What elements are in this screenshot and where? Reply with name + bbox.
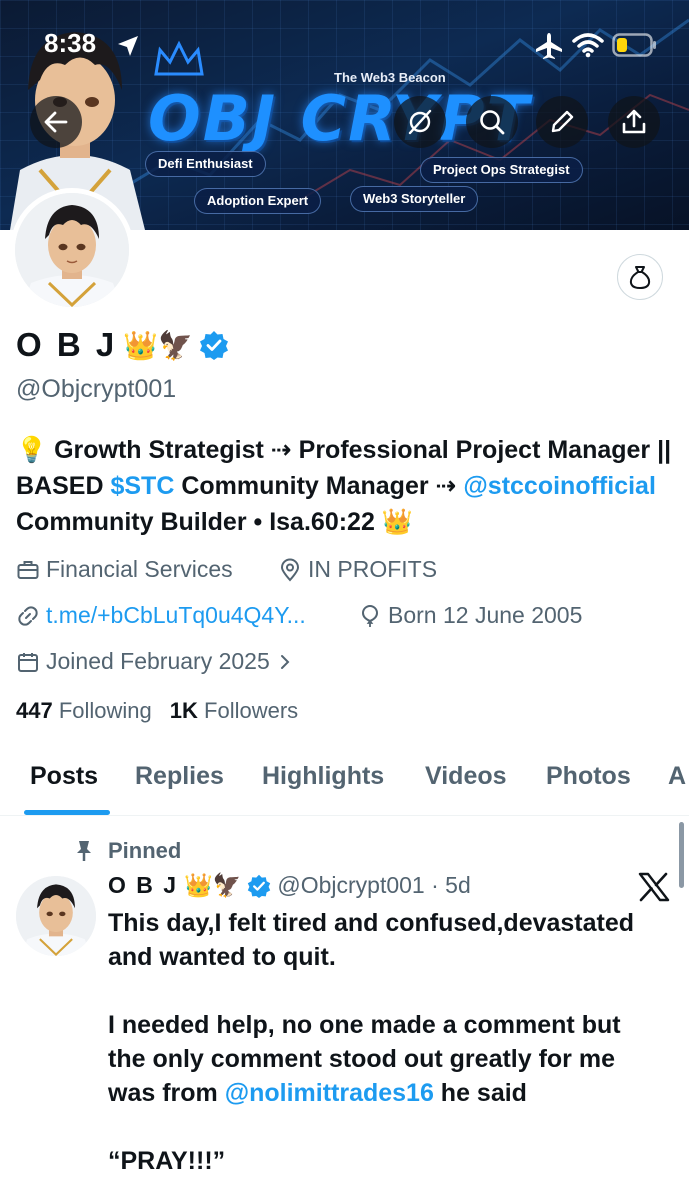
scrollbar[interactable] — [679, 822, 684, 888]
profile-joined[interactable]: Joined February 2025 — [16, 648, 294, 675]
category-text: Financial Services — [46, 556, 233, 582]
location-text: IN PROFITS — [308, 556, 438, 582]
airplane-icon — [536, 33, 562, 59]
profile-category: Financial Services — [16, 556, 233, 583]
chevron-right-icon — [280, 654, 290, 669]
calendar-icon — [18, 652, 38, 672]
post-paragraph: This day,I felt tired and confused,devas… — [108, 909, 635, 971]
bio-text: Community Builder • Isa.60:22 👑 — [16, 508, 413, 536]
post-mention-link[interactable]: @nolimittrades16 — [225, 1079, 434, 1107]
bio-mention-link[interactable]: @stccoinofficial — [463, 472, 655, 500]
verified-badge-icon — [248, 874, 271, 898]
website-link[interactable]: t.me/+bCbLuTq0u4Q4Y... — [46, 602, 306, 629]
joined-text: Joined February 2025 — [46, 648, 270, 674]
profile-name-emojis: 👑🦅 — [123, 329, 193, 361]
banner-tag: Defi Enthusiast — [145, 151, 266, 177]
tab-posts[interactable]: Posts — [30, 762, 98, 791]
banner-tag: Web3 Storyteller — [350, 186, 479, 212]
post-author-emojis: 👑🦅 — [184, 872, 242, 898]
following-link[interactable]: 447 Following — [16, 698, 152, 724]
money-bag-icon — [629, 266, 651, 290]
status-bar: 8:38 — [0, 26, 689, 66]
post-text[interactable]: This day,I felt tired and confused,devas… — [108, 906, 664, 1200]
profile-tabs: Posts Replies Highlights Videos Photos A — [0, 748, 689, 816]
back-button[interactable] — [30, 96, 82, 148]
post-author-avatar[interactable] — [16, 876, 96, 956]
bio-cashtag-link[interactable]: $STC — [110, 472, 174, 500]
profile-display-name: O B J — [16, 326, 118, 363]
profile-name-row: O B J 👑🦅 — [16, 326, 229, 364]
location-pin-icon — [280, 558, 300, 582]
bio-text: Community Manager ⇢ — [174, 472, 464, 500]
tab-photos[interactable]: Photos — [546, 762, 631, 791]
post-handle-time: @Objcrypt001 · 5d — [277, 872, 471, 898]
tab-articles[interactable]: A — [668, 762, 686, 791]
tip-button[interactable] — [617, 254, 663, 300]
profile-bio: 💡 Growth Strategist ⇢ Professional Proje… — [16, 432, 676, 540]
follow-stats: 447 Following 1K Followers — [16, 698, 298, 724]
avatar-character-image — [15, 193, 129, 307]
search-icon — [480, 110, 505, 135]
briefcase-icon — [17, 560, 39, 579]
banner-tag: Project Ops Strategist — [420, 157, 583, 183]
birthday-text: Born 12 June 2005 — [388, 602, 583, 628]
followers-link[interactable]: 1K Followers — [170, 698, 298, 724]
profile-location: IN PROFITS — [278, 556, 437, 583]
active-tab-indicator — [24, 810, 110, 815]
pin-icon — [77, 841, 91, 861]
profile-handle: @Objcrypt001 — [16, 375, 177, 403]
profile-avatar[interactable] — [10, 188, 134, 312]
grok-button[interactable] — [394, 96, 446, 148]
profile-birthday: Born 12 June 2005 — [358, 602, 582, 629]
tab-highlights[interactable]: Highlights — [262, 762, 384, 791]
link-icon — [18, 605, 38, 626]
pinned-label: Pinned — [74, 838, 181, 864]
battery-icon — [612, 33, 656, 57]
grok-icon — [408, 109, 432, 135]
pinned-text: Pinned — [108, 838, 182, 863]
share-icon — [622, 109, 646, 134]
edit-button[interactable] — [536, 96, 588, 148]
wifi-icon — [572, 33, 604, 58]
verified-badge-icon[interactable] — [199, 330, 229, 360]
tab-videos[interactable]: Videos — [425, 762, 507, 791]
post-paragraph: “PRAY!!!” — [108, 1147, 226, 1175]
tab-replies[interactable]: Replies — [135, 762, 224, 791]
banner-tag: Adoption Expert — [194, 188, 322, 214]
edit-pencil-icon — [551, 110, 574, 133]
post-paragraph: I needed help, no one made a comment but… — [108, 1011, 621, 1107]
back-arrow-icon — [44, 111, 68, 133]
x-logo-icon — [638, 872, 670, 902]
balloon-icon — [361, 604, 379, 627]
post-author-name[interactable]: O B J — [108, 872, 178, 899]
avatar-character-image — [16, 876, 96, 956]
post-header: O B J 👑🦅 @Objcrypt001 · 5d — [108, 872, 471, 899]
profile-website[interactable]: t.me/+bCbLuTq0u4Q4Y... — [16, 602, 306, 629]
share-button[interactable] — [608, 96, 660, 148]
location-arrow-icon — [118, 36, 138, 56]
search-button[interactable] — [466, 96, 518, 148]
status-time: 8:38 — [44, 28, 97, 58]
